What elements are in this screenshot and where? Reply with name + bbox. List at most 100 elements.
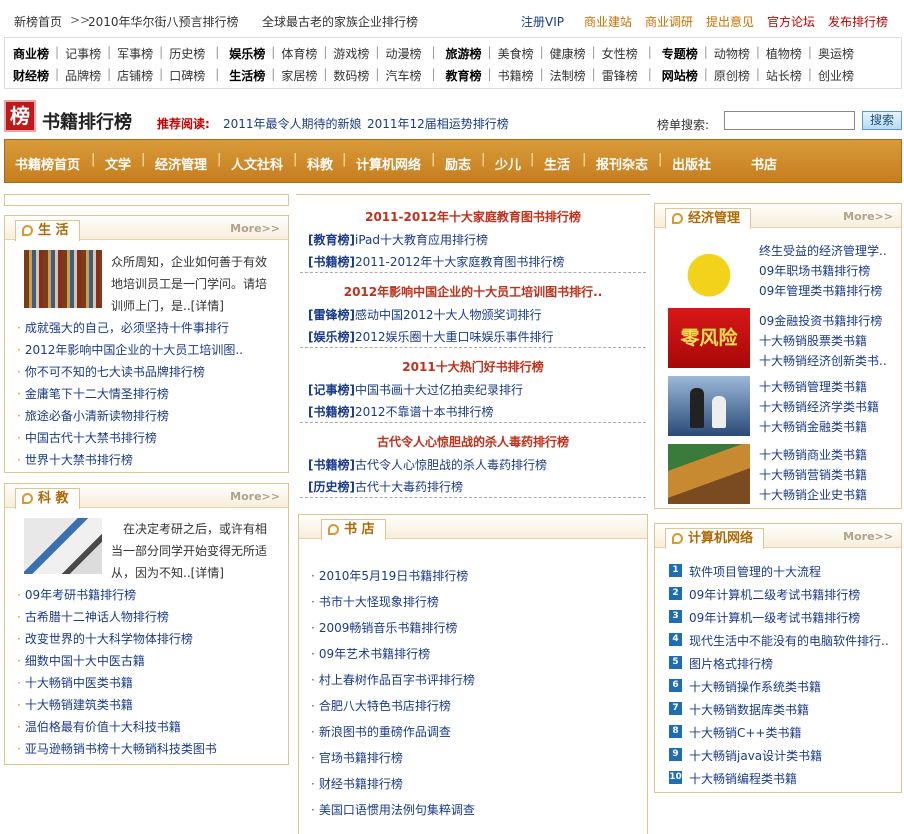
list-item-label[interactable]: 十大畅销企业史书籍 [759, 488, 867, 502]
category-link[interactable]: 家居榜 [281, 67, 317, 84]
list-item[interactable]: · 中国古代十大禁书排行榜 [17, 429, 157, 446]
ranking-row[interactable]: [书籍榜]2012不靠谱十本书排行榜 [308, 403, 494, 420]
ranking-row[interactable]: [记事榜]中国书画十大过亿拍卖纪录排行 [308, 381, 523, 398]
list-item[interactable]: 十大畅销java设计类书籍 [689, 747, 822, 764]
category-link[interactable]: 记事榜 [65, 45, 101, 62]
recommend-link[interactable]: 2011年最令人期待的新娘 [223, 115, 362, 132]
ranking-link[interactable]: 古代令人心惊胆战的杀人毒药排行榜 [355, 458, 547, 472]
list-item-label[interactable]: 十大畅销经济创新类书.. [759, 354, 887, 368]
category-link[interactable]: 品牌榜 [65, 67, 101, 84]
ranking-row[interactable]: [雷锋榜]感动中国2012十大人物颁奖词排行 [308, 306, 542, 323]
list-item[interactable]: · 你不可不知的七大读书品牌排行榜 [17, 363, 205, 380]
list-item-label[interactable]: 09年艺术书籍排行榜 [319, 647, 430, 661]
list-item[interactable]: · 新浪图书的重磅作品调查 [311, 723, 451, 740]
category-link[interactable]: 游戏榜 [333, 45, 369, 62]
list-item[interactable]: · 温伯格最有价值十大科技书籍 [17, 718, 181, 735]
ranking-link[interactable]: 2012娱乐圈十大重口味娱乐事件排行 [355, 330, 554, 344]
register-vip-link[interactable]: 注册VIP [521, 13, 564, 30]
list-item-label[interactable]: 09年考研书籍排行榜 [25, 588, 136, 602]
ranking-tag[interactable]: [书籍榜] [308, 405, 355, 419]
list-item-label[interactable]: 十大畅销建筑类书籍 [25, 698, 133, 712]
ranking-tag[interactable]: [书籍榜] [308, 255, 355, 269]
list-item-label[interactable]: 十大畅销营销类书籍 [759, 468, 867, 482]
category-link[interactable]: 汽车榜 [385, 67, 421, 84]
nav-item[interactable]: 书籍榜首页 [15, 154, 80, 173]
more-link[interactable]: More>> [230, 222, 280, 235]
science-intro-line[interactable]: 从，因为不知..[详情] [111, 564, 224, 581]
list-item[interactable]: 十大畅销操作系统类书籍 [689, 678, 821, 695]
category-link[interactable]: 数码榜 [333, 67, 369, 84]
category-link[interactable]: 奥运榜 [818, 45, 854, 62]
computer-tab[interactable]: 计算机网络 [665, 528, 765, 549]
ranking-row[interactable]: [娱乐榜]2012娱乐圈十大重口味娱乐事件排行 [308, 328, 554, 345]
nav-item[interactable]: 科教 [307, 154, 333, 173]
category-head-link[interactable]: 生活榜 [229, 67, 265, 84]
ranking-link[interactable]: iPad十大教育应用排行榜 [355, 233, 488, 247]
list-item[interactable]: · 改变世界的十大科学物体排行榜 [17, 630, 193, 647]
list-item[interactable]: · 2009畅销音乐书籍排行榜 [311, 619, 457, 636]
list-item[interactable]: · 09年考研书籍排行榜 [17, 586, 136, 603]
ranking-tag[interactable]: [雷锋榜] [308, 308, 355, 322]
ranking-link[interactable]: 2011-2012年十大家庭教育图书排行榜 [355, 255, 564, 269]
category-link[interactable]: 雷锋榜 [602, 67, 638, 84]
list-item-label[interactable]: 09金融投资书籍排行榜 [759, 314, 882, 328]
category-link[interactable]: 动物榜 [714, 45, 750, 62]
list-item[interactable]: 十大畅销企业史书籍 [759, 486, 867, 503]
business-research-link[interactable]: 商业调研 [645, 13, 693, 30]
list-item[interactable]: 十大畅销股票类书籍 [759, 332, 867, 349]
bookstore-tab[interactable]: 书 店 [321, 519, 386, 540]
category-link[interactable]: 创业榜 [818, 67, 854, 84]
category-head-link[interactable]: 教育榜 [446, 67, 482, 84]
category-link[interactable]: 健康榜 [550, 45, 586, 62]
ranking-tag[interactable]: [娱乐榜] [308, 330, 355, 344]
feedback-link[interactable]: 提出意见 [706, 13, 754, 30]
list-item-label[interactable]: 官场书籍排行榜 [319, 751, 403, 765]
ranking-link[interactable]: 中国书画十大过亿拍卖纪录排行 [355, 383, 523, 397]
list-item[interactable]: 十大畅销数据库类书籍 [689, 701, 809, 718]
shop-interior-image[interactable] [668, 444, 750, 504]
category-head-link[interactable]: 旅游榜 [446, 45, 482, 62]
list-item-label[interactable]: 十大畅销经济学类书籍 [759, 400, 879, 414]
nav-item[interactable]: 少儿 [495, 154, 521, 173]
list-item-label[interactable]: 09年管理类书籍排行榜 [759, 284, 882, 298]
list-item[interactable]: · 09年艺术书籍排行榜 [311, 645, 430, 662]
list-item[interactable]: 十大畅销管理类书籍 [759, 378, 867, 395]
list-item[interactable]: 09年职场书籍排行榜 [759, 262, 870, 279]
list-item-label[interactable]: 财经书籍排行榜 [319, 777, 403, 791]
list-item[interactable]: · 书市十大怪现象排行榜 [311, 593, 439, 610]
headline-link[interactable]: 全球最古老的家族企业排行榜 [262, 13, 418, 30]
list-item-label[interactable]: 细数中国十大中医古籍 [25, 654, 145, 668]
ranking-row[interactable]: [书籍榜]古代令人心惊胆战的杀人毒药排行榜 [308, 456, 547, 473]
nav-item[interactable]: 励志 [445, 154, 471, 173]
life-tab[interactable]: 生 活 [15, 220, 80, 241]
list-item[interactable]: · 2010年5月19日书籍排行榜 [311, 567, 468, 584]
list-item[interactable]: 终生受益的经济管理学.. [759, 242, 887, 259]
list-item-label[interactable]: 亚马逊畅销书榜十大畅销科技类图书 [25, 742, 217, 756]
category-head-link[interactable]: 网站榜 [662, 67, 698, 84]
list-item-label[interactable]: 旅途必备小清新读物排行榜 [25, 409, 169, 423]
list-item[interactable]: 现代生活中不能没有的电脑软件排行.. [689, 632, 889, 649]
list-item-label[interactable]: 新浪图书的重磅作品调查 [319, 725, 451, 739]
home-link[interactable]: 新榜首页 [14, 13, 62, 30]
ranking-tag[interactable]: [教育榜] [308, 233, 355, 247]
list-item[interactable]: · 旅途必备小清新读物排行榜 [17, 407, 169, 424]
ranking-tag[interactable]: [书籍榜] [308, 458, 355, 472]
list-item[interactable]: · 金庸笔下十二大情圣排行榜 [17, 385, 169, 402]
list-item-label[interactable]: 十大畅销金融类书籍 [759, 420, 867, 434]
list-item[interactable]: 十大畅销经济创新类书.. [759, 352, 887, 369]
ranking-row[interactable]: [教育榜]iPad十大教育应用排行榜 [308, 231, 488, 248]
list-item[interactable]: · 古希腊十二神话人物排行榜 [17, 608, 169, 625]
site-logo[interactable]: 榜 [4, 100, 36, 132]
list-item[interactable]: · 世界十大禁书排行榜 [17, 451, 133, 468]
list-item[interactable]: · 官场书籍排行榜 [311, 749, 403, 766]
ranking-group-title[interactable]: 2012年影响中国企业的十大员工培训图书排行.. [300, 283, 646, 300]
list-item[interactable]: · 十大畅销建筑类书籍 [17, 696, 133, 713]
list-item-label[interactable]: 成就强大的自己，必须坚持十件事排行 [25, 321, 229, 335]
list-item[interactable]: 09年计算机二级考试书籍排行榜 [689, 586, 860, 603]
category-link[interactable]: 军事榜 [117, 45, 153, 62]
category-link[interactable]: 书籍榜 [498, 67, 534, 84]
list-item-label[interactable]: 书市十大怪现象排行榜 [319, 595, 439, 609]
category-link[interactable]: 历史榜 [169, 45, 205, 62]
list-item[interactable]: · 亚马逊畅销书榜十大畅销科技类图书 [17, 740, 217, 757]
list-item-label[interactable]: 中国古代十大禁书排行榜 [25, 431, 157, 445]
